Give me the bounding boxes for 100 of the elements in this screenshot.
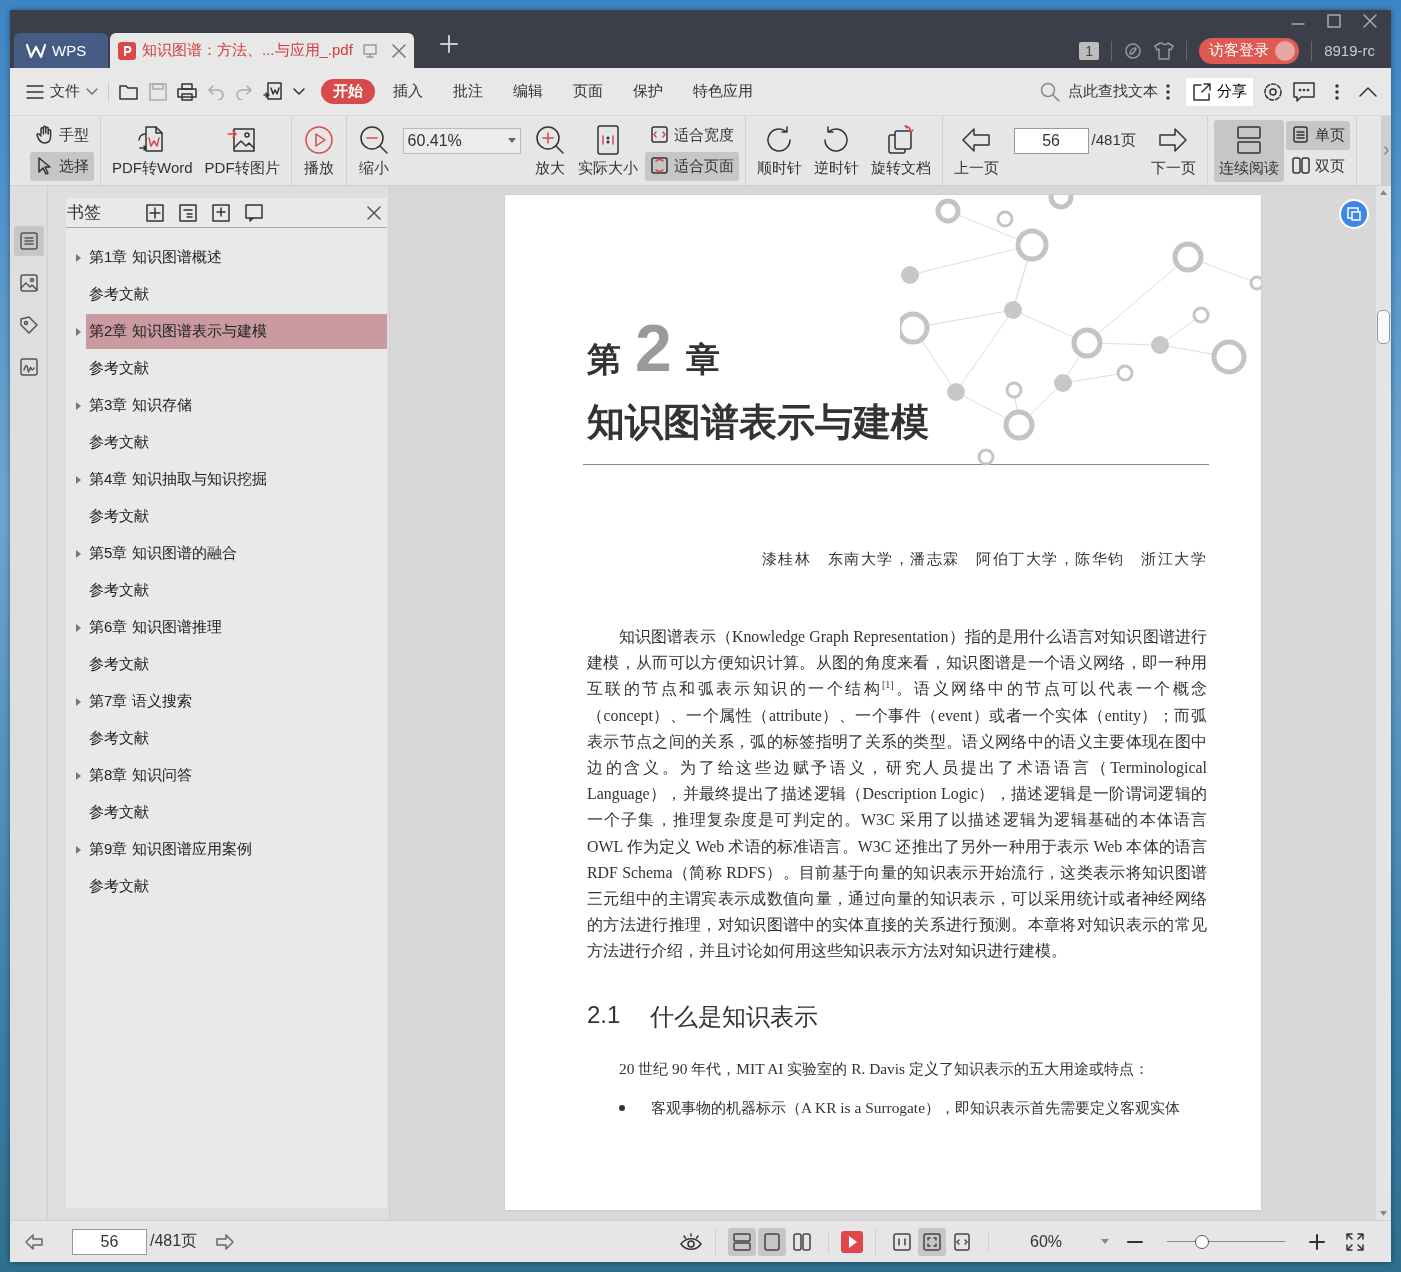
bookmark-item[interactable]: 参考文献 <box>86 869 387 904</box>
ribbon-tab[interactable]: 批注 <box>441 79 495 104</box>
home-tab[interactable]: WPS <box>14 33 108 68</box>
fit-width-icon <box>952 1231 972 1252</box>
bookmark-item[interactable]: 参考文献 <box>86 795 387 830</box>
translate-icon[interactable] <box>1339 199 1369 229</box>
single-page-icon <box>762 1231 782 1252</box>
collapsed-arrow-icon <box>76 401 81 410</box>
bookmark-item[interactable]: 参考文献 <box>86 425 387 460</box>
ribbon-tab[interactable]: 保护 <box>621 79 675 104</box>
collapsed-arrow-icon <box>76 771 81 780</box>
toolbar-button[interactable]: 双页 <box>1285 151 1350 181</box>
bookmark-item[interactable]: 第8章 知识问答 <box>86 758 387 793</box>
ribbon-tab[interactable]: 编辑 <box>501 79 555 104</box>
zoom-dropdown[interactable]: 60.41% <box>402 127 521 154</box>
ribbon-tab[interactable]: 插入 <box>381 79 435 104</box>
count-badge[interactable]: 1 <box>1079 41 1100 60</box>
toolbar-button[interactable]: 下一页 <box>1145 119 1201 182</box>
signature-icon <box>18 357 39 377</box>
ribbon-tab[interactable]: 特色应用 <box>681 79 765 104</box>
caret-icon <box>507 138 516 143</box>
toolbar-button[interactable]: 放大 <box>528 119 571 182</box>
fit-page-icon <box>922 1231 942 1252</box>
guest-login-button[interactable]: 访客登录 <box>1199 37 1300 64</box>
side-panel-button[interactable] <box>13 226 44 256</box>
toolbar-button[interactable]: 适合页面 <box>644 151 739 181</box>
document-tab[interactable]: 知识图谱：方法、...与应用_.pdf <box>110 33 414 68</box>
toolbar-button[interactable]: 缩小 <box>352 119 395 182</box>
print-icon <box>177 82 197 101</box>
bookmark-item[interactable]: 参考文献 <box>86 573 387 608</box>
chapter-label: 第 <box>587 339 621 380</box>
toolbar-button[interactable]: 上一页 <box>948 119 1004 182</box>
comment-icon <box>1293 81 1315 102</box>
bookmark-item[interactable]: 参考文献 <box>86 721 387 756</box>
scrollbar-thumb[interactable] <box>1377 310 1390 344</box>
export-icon <box>263 81 283 102</box>
bookmark-item[interactable]: 第5章 知识图谱的融合 <box>86 536 387 571</box>
view-mode-button[interactable] <box>728 1227 756 1256</box>
more-icon <box>1166 83 1170 100</box>
toolbar-button[interactable]: 适合宽度 <box>644 120 739 150</box>
bookmark-item[interactable]: 参考文献 <box>86 499 387 534</box>
chapter-title: 知识图谱表示与建模 <box>587 400 929 445</box>
fit-button[interactable] <box>918 1227 946 1256</box>
share-button[interactable]: 分享 <box>1186 77 1253 106</box>
slider-thumb[interactable] <box>1195 1234 1210 1249</box>
bookmark-item[interactable]: 第1章 知识图谱概述 <box>86 240 387 275</box>
bookmark-item[interactable]: 第2章 知识图谱表示与建模 <box>86 314 387 349</box>
bookmark-list-icon <box>18 231 39 251</box>
pdf-file-icon <box>118 41 136 60</box>
chevron-down-icon <box>86 87 98 96</box>
bookmark-item[interactable]: 第7章 语义搜索 <box>86 684 387 719</box>
share-icon <box>1192 81 1212 102</box>
toolbar-button[interactable]: 选择 <box>30 151 94 181</box>
single-page-icon <box>1290 125 1311 145</box>
more-icon <box>1335 83 1339 100</box>
toolbar-button[interactable]: 顺时针 <box>751 119 807 182</box>
bookmark-item[interactable]: 第9章 知识图谱应用案例 <box>86 832 387 867</box>
collapsed-arrow-icon <box>76 845 81 854</box>
bookmark-item[interactable]: 第4章 知识抽取与知识挖掘 <box>86 462 387 497</box>
image-icon <box>18 273 39 293</box>
view-mode-button[interactable] <box>758 1227 786 1256</box>
toolbar-button[interactable]: 逆时针 <box>808 119 864 182</box>
settings-icon <box>1263 81 1283 102</box>
undo-icon <box>207 83 225 100</box>
list-item: 客观事物的机器标示（A KR is a Surrogate），即知识表示首先需要定义客观实体 <box>651 1097 1180 1118</box>
bookmark-item[interactable]: 第3章 知识存储 <box>86 388 387 423</box>
page-total: /481页 <box>1091 131 1136 150</box>
toolbar-button[interactable]: 播放 <box>297 119 340 182</box>
ribbon-tab[interactable]: 页面 <box>561 79 615 104</box>
page-number-field[interactable]: 56 <box>72 1228 147 1255</box>
next-page-icon <box>215 1232 236 1251</box>
toolbar-button[interactable]: 旋转文档 <box>865 119 936 182</box>
bookmark-item[interactable]: 第6章 知识图谱推理 <box>86 610 387 645</box>
account-name: 8919-rc <box>1324 42 1375 59</box>
bookmark-item[interactable]: 参考文献 <box>86 351 387 386</box>
chapter-label: 章 <box>685 339 720 380</box>
ribbon-tab[interactable]: 开始 <box>321 79 375 104</box>
play-icon[interactable] <box>841 1230 863 1253</box>
leaf-icon <box>1124 41 1143 60</box>
find-text-field[interactable]: 点此查找文本 <box>1068 82 1158 101</box>
toolbar-button[interactable]: PDF转图片 <box>199 119 285 182</box>
toolbar-button[interactable]: 连续阅读 <box>1213 119 1284 182</box>
toolbar-button[interactable]: 实际大小 <box>572 119 643 182</box>
toolbar-button[interactable]: PDF转Word <box>107 119 198 182</box>
toolbar-button[interactable]: 单页 <box>1285 120 1350 150</box>
close-icon <box>367 205 381 220</box>
collapsed-arrow-icon <box>76 623 81 632</box>
file-menu[interactable]: 文件 <box>26 82 98 101</box>
zoom-level[interactable]: 60% <box>1001 1232 1091 1251</box>
zoom-slider[interactable] <box>1167 1234 1285 1249</box>
page-number-field[interactable]: 56 <box>1013 127 1089 154</box>
tag-icon <box>18 315 39 335</box>
search-icon <box>1040 81 1060 102</box>
bullet-icon <box>619 1105 625 1112</box>
toolbar-button[interactable]: 手型 <box>30 120 94 150</box>
shirt-icon <box>1154 41 1175 60</box>
bookmark-item[interactable]: 参考文献 <box>86 647 387 682</box>
chapter-number: 2 <box>635 318 672 378</box>
panel-title: 书签 <box>67 202 101 224</box>
bookmark-item[interactable]: 参考文献 <box>86 277 387 312</box>
